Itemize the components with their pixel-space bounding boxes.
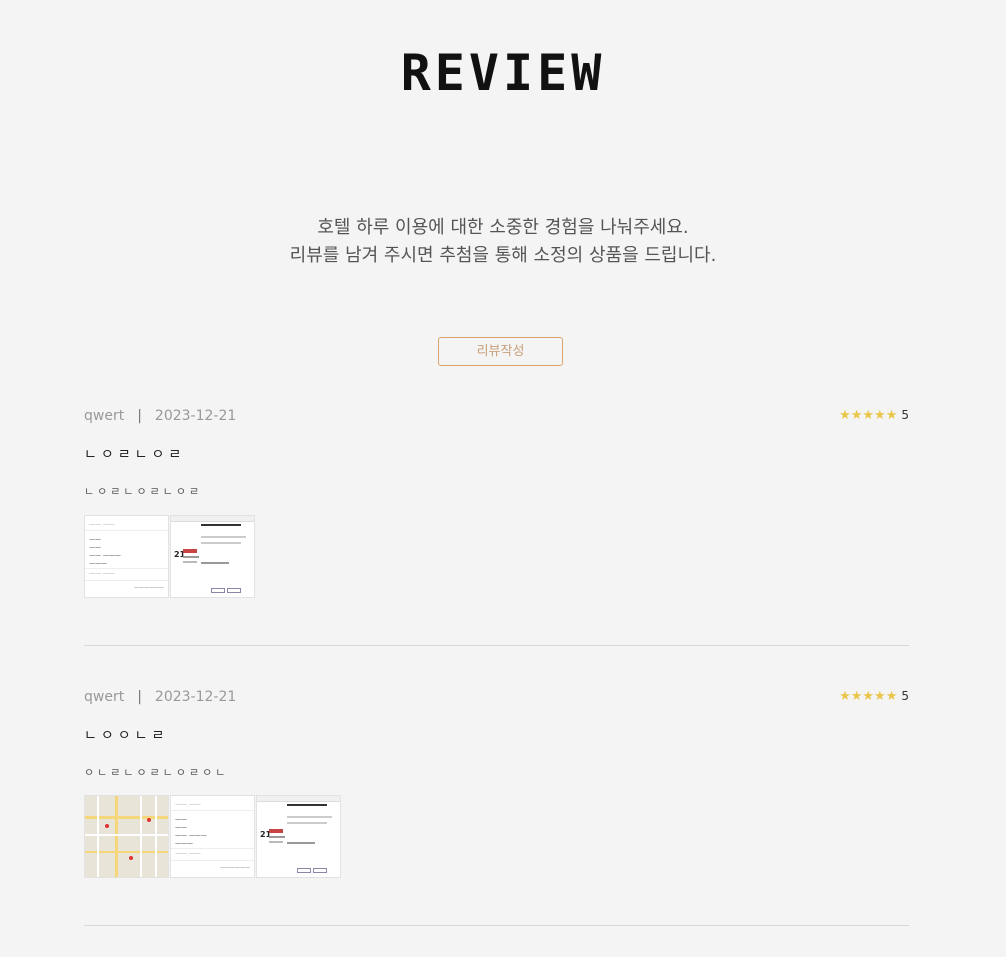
page-title: REVIEW [400, 44, 606, 102]
review-user: qwert [84, 689, 125, 705]
review-rating: ★ ★ ★ ★ ★ 5 [839, 689, 909, 703]
rating-value: 5 [901, 408, 909, 422]
write-review-button[interactable]: 리뷰작성 [438, 337, 563, 366]
meta-separator: | [137, 689, 142, 705]
star-icon: ★ [874, 407, 886, 423]
star-icon: ★ [885, 407, 898, 423]
intro-line-1: 호텔 하루 이용에 대한 소중한 경험을 나눠주세요. [317, 217, 689, 238]
review-image-dialog[interactable]: 21 [170, 515, 255, 598]
review-images: —— —— —— —— —— ——— ——— —— —— —————— 21 [84, 795, 341, 878]
review-meta: qwert | 2023-12-21 [84, 408, 236, 424]
review-rating: ★ ★ ★ ★ ★ 5 [839, 408, 909, 422]
review-meta: qwert | 2023-12-21 [84, 689, 236, 705]
review-date: 2023-12-21 [154, 408, 237, 424]
review-divider [84, 925, 909, 926]
intro-text: 호텔 하루 이용에 대한 소중한 경험을 나눠주세요. 리뷰를 남겨 주시면 추… [0, 214, 1006, 270]
review-item: qwert | 2023-12-21 ★ ★ ★ ★ ★ 5 ㄴㅇㅇㄴㄹ ㅇㄴㄹㄴㅇㄹㄴㅇㄹ… [84, 689, 909, 929]
star-icon: ★ [862, 688, 875, 704]
review-image-map[interactable] [84, 795, 169, 878]
star-icon: ★ [850, 688, 863, 704]
review-user: qwert [84, 408, 125, 424]
star-rating: ★ ★ ★ ★ ★ [839, 690, 897, 703]
rating-value: 5 [901, 689, 909, 703]
review-image-form[interactable]: —— —— —— —— —— ——— ——— —— —— —————— [170, 795, 255, 878]
star-icon: ★ [839, 688, 851, 704]
review-divider [84, 645, 909, 646]
star-icon: ★ [839, 407, 851, 423]
star-icon: ★ [885, 688, 898, 704]
star-icon: ★ [850, 407, 863, 423]
star-rating: ★ ★ ★ ★ ★ [839, 409, 897, 422]
review-item: qwert | 2023-12-21 ★ ★ ★ ★ ★ 5 ㄴㅇㄹㄴㅇㄹ ㄴㅇㄹㄴㅇㄹㄴㅇ… [84, 408, 909, 648]
review-image-dialog[interactable]: 21 [256, 795, 341, 878]
meta-separator: | [137, 408, 142, 424]
review-image-form[interactable]: —— —— —— —— —— ——— ——— —— —— —————— [84, 515, 169, 598]
review-body: ㄴㅇㄹㄴㅇㄹㄴㅇㄹ [84, 485, 203, 498]
review-body: ㅇㄴㄹㄴㅇㄹㄴㅇㄹㅇㄴ [84, 766, 229, 779]
intro-line-2: 리뷰를 남겨 주시면 추첨을 통해 소정의 상품을 드립니다. [289, 245, 717, 266]
review-date: 2023-12-21 [154, 689, 237, 705]
star-icon: ★ [862, 407, 875, 423]
review-title: ㄴㅇㄹㄴㅇㄹ [84, 447, 186, 463]
review-title: ㄴㅇㅇㄴㄹ [84, 728, 169, 744]
star-icon: ★ [874, 688, 886, 704]
review-images: —— —— —— —— —— ——— ——— —— —— —————— 21 [84, 515, 255, 598]
